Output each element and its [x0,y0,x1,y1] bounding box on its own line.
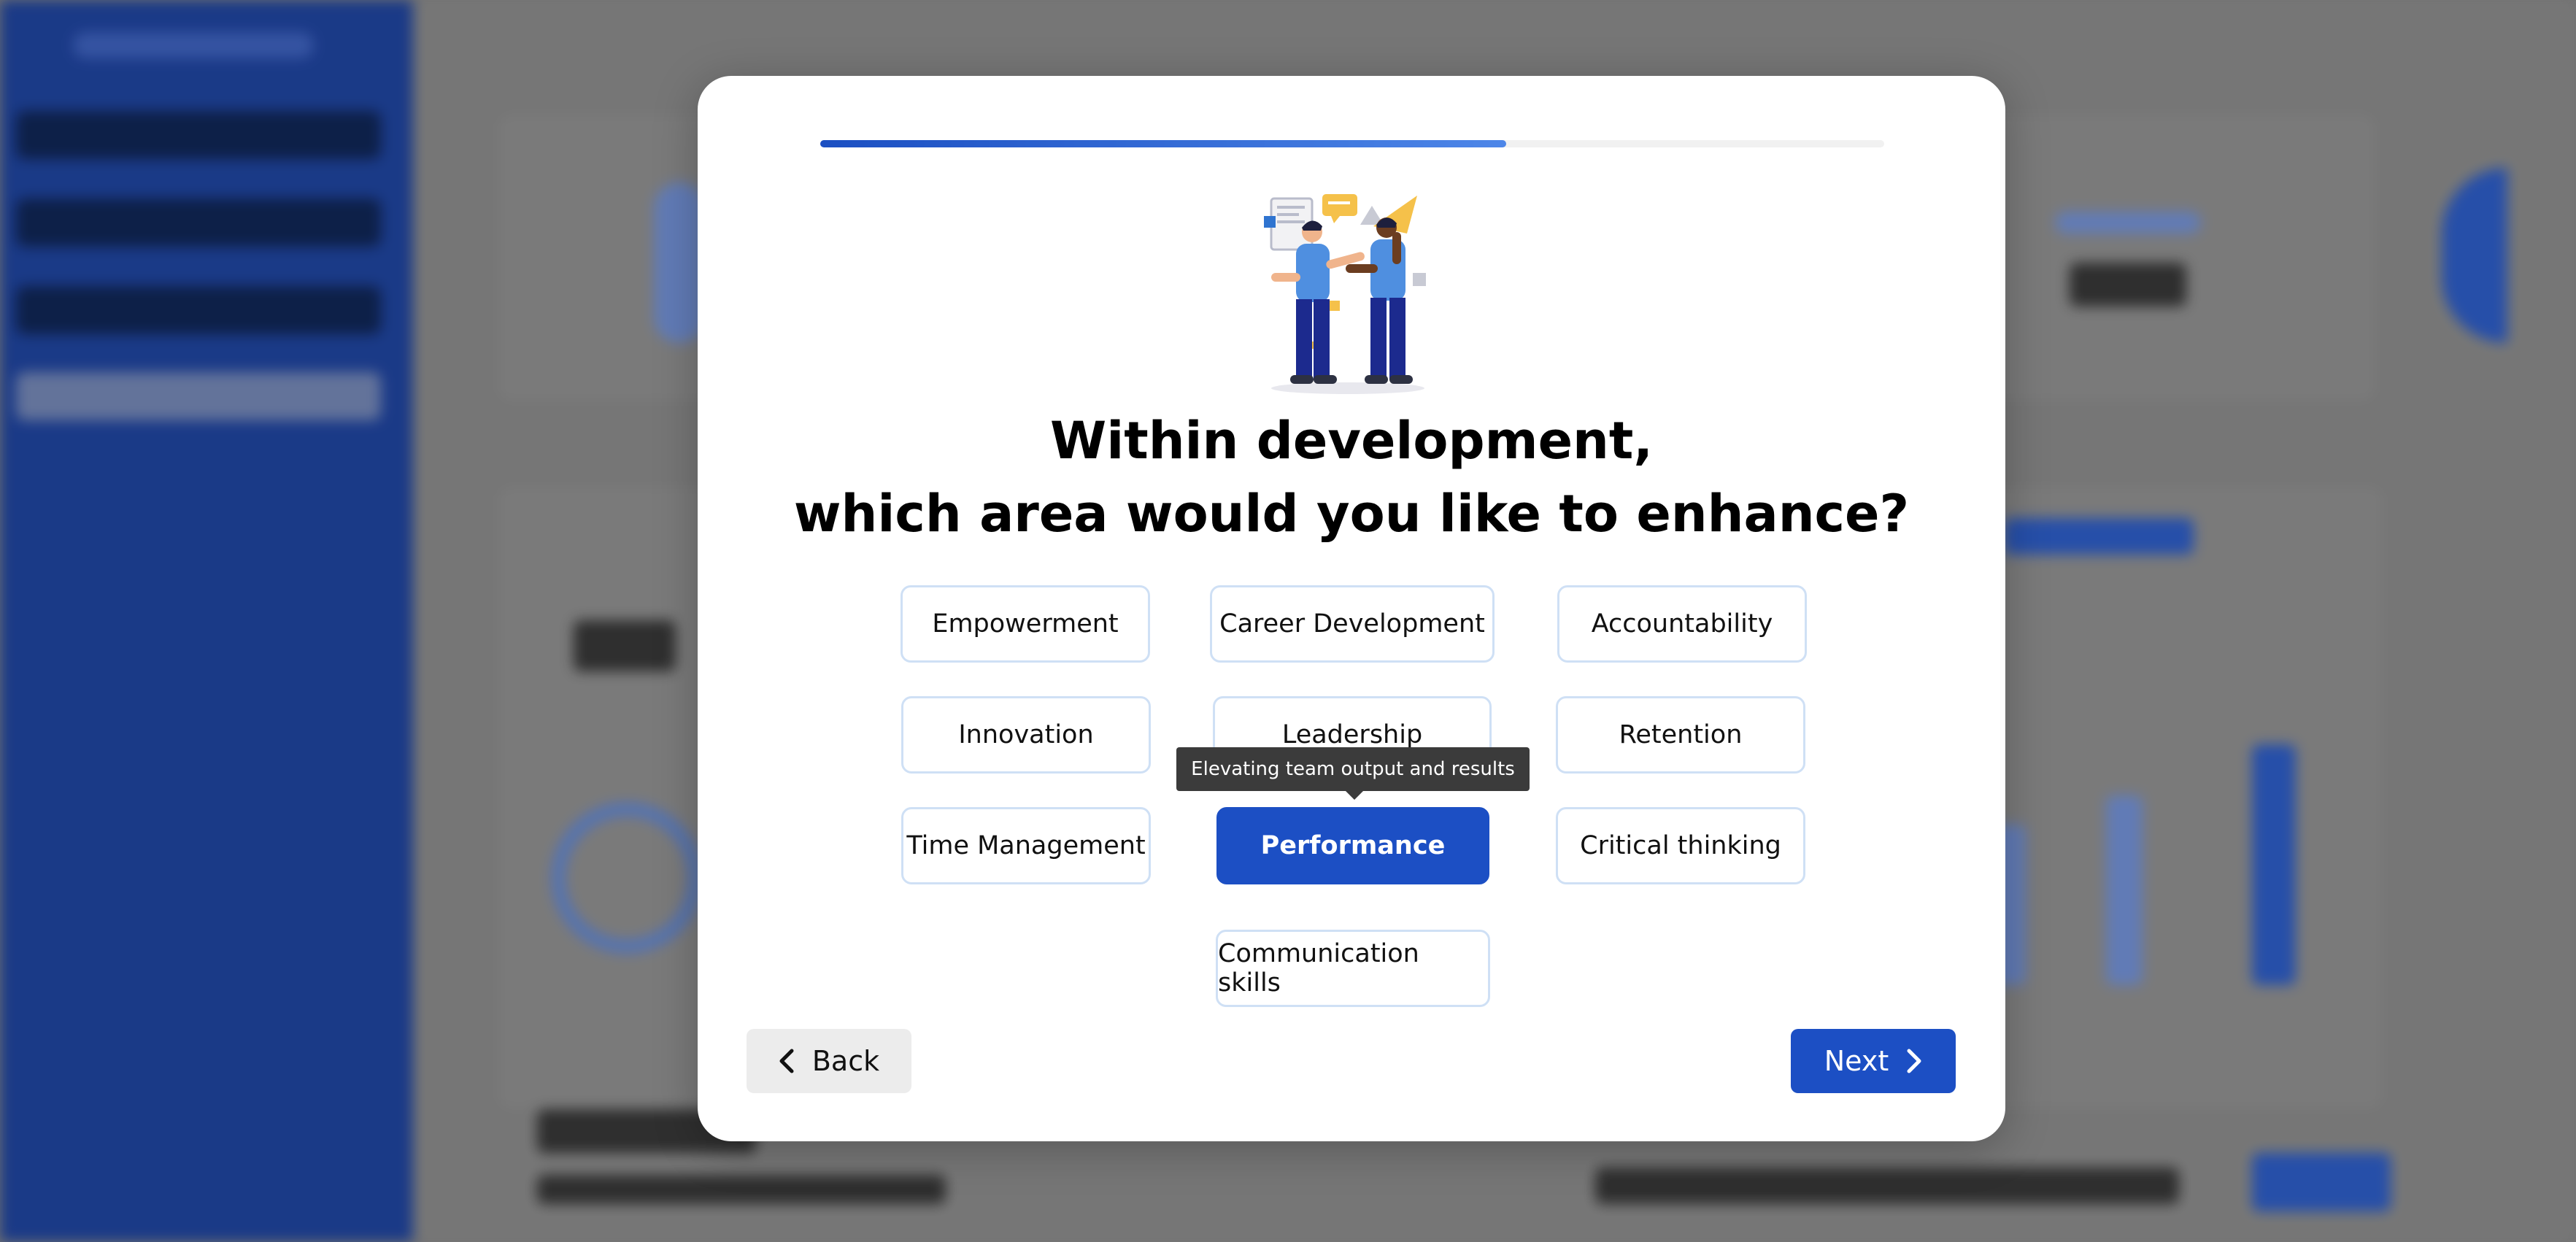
option-retention[interactable]: Retention [1556,696,1805,774]
option-empowerment[interactable]: Empowerment [901,585,1150,663]
question-line-1: Within development, [1050,411,1653,471]
option-innovation[interactable]: Innovation [901,696,1151,774]
option-performance[interactable]: Performance [1216,807,1489,884]
tooltip-arrow [1346,791,1363,800]
back-button[interactable]: Back [747,1029,911,1093]
question-heading: Within development, which area would you… [698,404,2005,550]
next-label: Next [1824,1045,1889,1077]
progress-bar [820,140,1884,147]
question-line-2: which area would you like to enhance? [793,484,1910,544]
team-illustration [1264,194,1426,394]
progress-fill [820,140,1507,147]
next-button[interactable]: Next [1791,1029,1956,1093]
option-time-management[interactable]: Time Management [901,807,1151,884]
option-career-development[interactable]: Career Development [1210,585,1495,663]
app-screen: Within development, which area would you… [0,0,2576,1242]
back-label: Back [811,1045,880,1077]
option-critical-thinking[interactable]: Critical thinking [1556,807,1805,884]
option-tooltip: Elevating team output and results [1176,747,1530,800]
chevron-left-icon [779,1049,795,1073]
chevron-right-icon [1906,1049,1922,1073]
option-communication-skills[interactable]: Communication skills [1216,930,1490,1007]
option-accountability[interactable]: Accountability [1557,585,1807,663]
question-modal: Within development, which area would you… [698,76,2005,1141]
tooltip-text: Elevating team output and results [1191,758,1515,780]
